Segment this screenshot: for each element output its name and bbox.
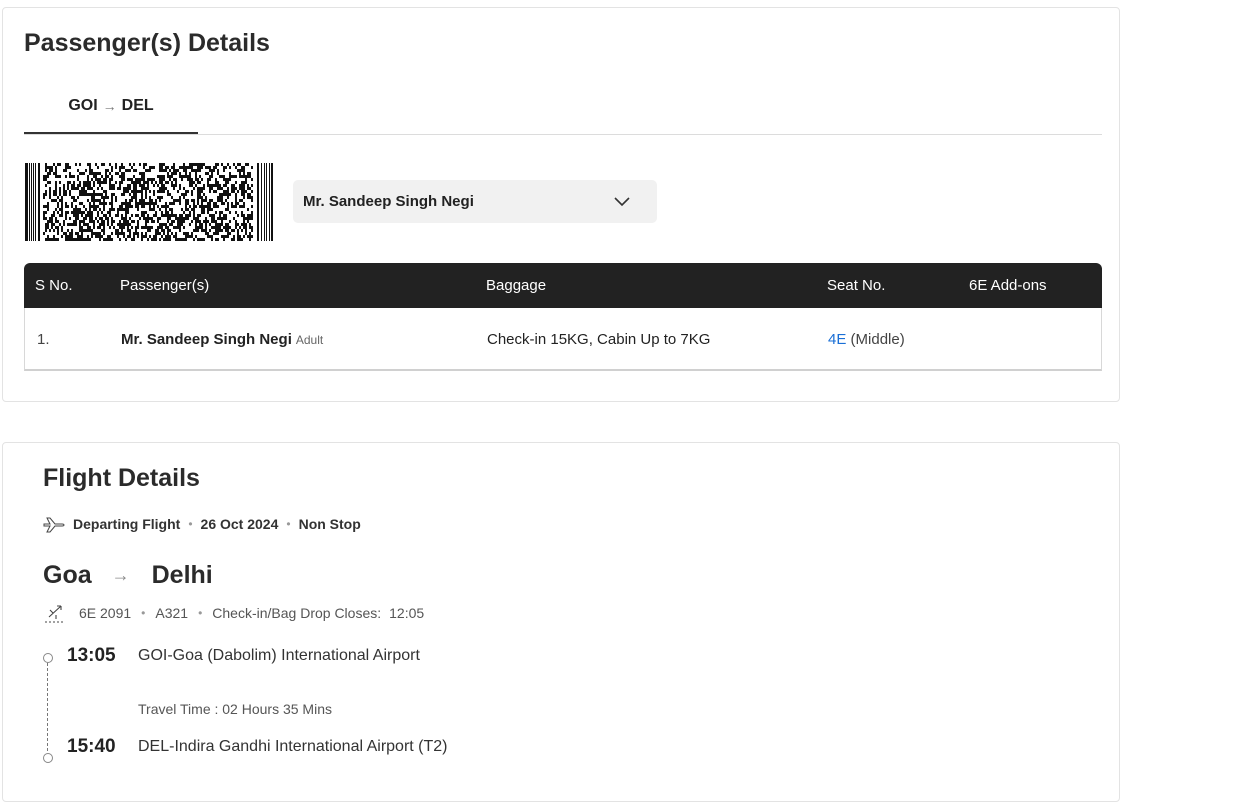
flight-details-title: Flight Details <box>43 464 200 492</box>
header-baggage: Baggage <box>486 277 547 294</box>
table-row: 1. Mr. Sandeep Singh Negi Adult Check-in … <box>24 308 1102 371</box>
seat-number-link[interactable]: 4E <box>828 331 846 348</box>
row-baggage: Check-in 15KG, Cabin Up to 7KG <box>487 331 711 348</box>
separator-dot: • <box>286 517 291 531</box>
passenger-details-title: Passenger(s) Details <box>24 29 270 57</box>
checkin-label: Check-in/Bag Drop Closes: <box>212 605 382 621</box>
plane-takeoff-icon <box>45 605 63 623</box>
seat-position: (Middle) <box>850 331 905 348</box>
passenger-table: S No. Passenger(s) Baggage Seat No. 6E A… <box>24 263 1102 371</box>
boarding-barcode <box>25 163 273 241</box>
row-sno: 1. <box>37 331 50 348</box>
tab-origin: GOI <box>68 97 98 114</box>
header-addons: 6E Add-ons <box>969 277 1047 294</box>
arrival-node <box>43 753 53 763</box>
segment-tabs: GOI → DEL <box>24 80 1102 135</box>
travel-time: Travel Time : 02 Hours 35 Mins <box>138 701 332 717</box>
departure-airport: GOI-Goa (Dabolim) International Airport <box>138 647 420 664</box>
separator-dot: • <box>188 517 193 531</box>
flight-number: 6E 2091 <box>79 605 132 621</box>
tab-arrow: → <box>102 98 117 114</box>
route-arrow-icon: → <box>111 565 130 585</box>
departing-label: Departing Flight <box>73 516 181 532</box>
departing-info: Departing Flight • 26 Oct 2024 • Non Sto… <box>43 515 361 533</box>
flight-meta: 6E 2091 • A321 • Check-in/Bag Drop Close… <box>43 603 424 623</box>
passenger-name: Mr. Sandeep Singh Negi <box>121 331 292 348</box>
passenger-select-value: Mr. Sandeep Singh Negi <box>303 193 474 210</box>
passenger-select[interactable]: Mr. Sandeep Singh Negi <box>293 180 657 223</box>
header-sno: S No. <box>35 277 73 294</box>
departure-time: 13:05 <box>67 645 116 666</box>
plane-depart-icon <box>43 517 65 533</box>
row-passenger: Mr. Sandeep Singh Negi Adult <box>121 308 323 372</box>
passenger-type: Adult <box>295 333 324 347</box>
row-seat: 4E (Middle) <box>828 308 905 371</box>
header-seat: Seat No. <box>827 277 886 294</box>
header-passengers: Passenger(s) <box>120 277 210 294</box>
flight-details-card: Flight Details Departing Flight • 26 Oct… <box>2 442 1120 802</box>
chevron-down-icon <box>614 196 630 206</box>
separator-dot: • <box>198 606 203 620</box>
timeline-line <box>47 663 48 751</box>
tab-goi-del[interactable]: GOI → DEL <box>24 80 198 134</box>
destination-city: Delhi <box>151 561 213 589</box>
separator-dot: • <box>141 606 146 620</box>
arrival-airport: DEL-Indira Gandhi International Airport … <box>138 738 448 755</box>
origin-city: Goa <box>43 561 92 589</box>
table-header: S No. Passenger(s) Baggage Seat No. 6E A… <box>24 263 1102 308</box>
tab-destination: DEL <box>121 97 154 114</box>
flight-stops: Non Stop <box>298 516 361 532</box>
arrival-time: 15:40 <box>67 736 116 757</box>
aircraft-type: A321 <box>155 605 189 621</box>
checkin-time: 12:05 <box>389 605 425 621</box>
flight-timeline: 13:05 GOI-Goa (Dabolim) International Ai… <box>43 645 643 781</box>
flight-date: 26 Oct 2024 <box>200 516 279 532</box>
departure-node <box>43 653 53 663</box>
passenger-details-card: Passenger(s) Details GOI → DEL Mr. Sande… <box>2 7 1120 402</box>
route: Goa → Delhi <box>43 561 213 590</box>
